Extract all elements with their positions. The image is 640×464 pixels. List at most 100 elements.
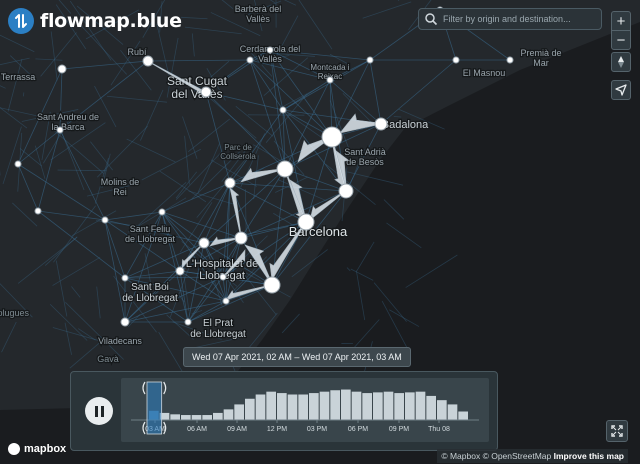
zoom-in-button[interactable]: + [611, 11, 631, 31]
compass-icon [618, 56, 624, 68]
app-title: flowmap.blue [40, 10, 182, 32]
map-label: Badalona [382, 119, 429, 131]
map-label: Parc de Collserola [220, 143, 256, 161]
timeline-bar [223, 409, 234, 420]
timeline-bar [383, 391, 394, 420]
reset-bearing-button[interactable] [611, 52, 631, 72]
minus-icon: − [616, 31, 626, 49]
location-node [175, 266, 185, 276]
timeline-tick-label: 06 AM [187, 426, 207, 433]
app-logo[interactable]: flowmap.blue [8, 8, 182, 34]
location-node [121, 274, 129, 282]
location-node [184, 318, 192, 326]
timeline-bar [266, 391, 276, 420]
search-icon [425, 13, 438, 26]
location-node [326, 76, 334, 84]
mapbox-wordmark: mapbox [24, 443, 67, 455]
app-root: Barberà del Vallès Rubí Cerdanyola del Vallè… [0, 0, 640, 464]
location-node [101, 216, 109, 224]
timeline-tick-label: 09 PM [389, 426, 409, 433]
flowmap-logo-icon [8, 8, 34, 34]
timeline-bar [170, 414, 180, 420]
location-node [222, 297, 230, 305]
location-node [120, 317, 130, 327]
map-label: Gavà [97, 354, 119, 364]
timeline-bar [458, 411, 468, 420]
location-node [279, 106, 287, 114]
pause-icon [94, 405, 104, 417]
timeline-bar [255, 394, 266, 420]
timeline-tick-label: 03 PM [307, 426, 327, 433]
timeline-bar [319, 391, 330, 420]
location-node [142, 55, 154, 67]
location-node [14, 160, 22, 168]
map-label: Rubí [127, 47, 147, 57]
timeline-bar [298, 394, 308, 420]
timeline-bar [277, 393, 287, 420]
location-node [297, 213, 315, 231]
plus-icon: + [616, 12, 626, 30]
location-node [57, 64, 67, 74]
location-node [338, 183, 354, 199]
map-label: Viladecans [98, 336, 142, 346]
map-label: Esplugues [0, 308, 30, 318]
timeline-bar [213, 412, 223, 420]
map-attribution: © Mapbox © OpenStreetMap Improve this ma… [437, 449, 628, 463]
location-node [374, 117, 388, 131]
timeline-bar [330, 390, 340, 420]
play-pause-button[interactable] [85, 397, 113, 425]
location-node [452, 56, 460, 64]
attribution-osm-link[interactable]: © OpenStreetMap [483, 451, 552, 461]
map-label: Terrassa [1, 72, 36, 82]
timeline-panel: 03 AM06 AM09 AM12 PM03 PM06 PM09 PMThu 0… [70, 371, 498, 451]
time-selection-range [146, 381, 163, 435]
location-node [266, 46, 274, 54]
timeline-tick-label: 12 PM [267, 426, 287, 433]
timeline-bar [437, 400, 447, 420]
location-node [34, 207, 42, 215]
map-label: Sant Feliu de Llobregat [125, 224, 176, 244]
timeline-bar [373, 392, 383, 420]
network-link [393, 116, 402, 118]
map-label: El Masnou [463, 68, 506, 78]
timeline-bar [426, 395, 436, 420]
map-label: Sant Adrià de Besòs [344, 147, 386, 167]
location-node [246, 56, 254, 64]
search-box[interactable] [418, 8, 602, 30]
fullscreen-icon [611, 425, 623, 437]
timeline-bar [394, 393, 404, 420]
zoom-out-button[interactable]: − [611, 30, 631, 50]
timeline-bar [405, 392, 415, 420]
timeline-bar [191, 415, 202, 420]
timeline-tick-label: 06 PM [348, 426, 368, 433]
location-node [234, 231, 248, 245]
timeline-chart[interactable]: 03 AM06 AM09 AM12 PM03 PM06 PM09 PMThu 0… [121, 378, 489, 442]
locate-button[interactable] [611, 80, 631, 100]
timeline-bar [341, 389, 351, 420]
location-node [219, 273, 227, 281]
timeline-tick-label: Thu 08 [428, 426, 450, 433]
timeline-bar [351, 391, 362, 420]
attribution-mapbox-link[interactable]: © Mapbox [441, 451, 480, 461]
location-node [198, 237, 210, 249]
search-input[interactable] [443, 14, 593, 24]
location-node [200, 86, 212, 98]
location-node [506, 56, 514, 64]
timeline-bar [202, 415, 212, 420]
timeline-tick-label: 09 AM [227, 426, 247, 433]
fullscreen-button[interactable] [606, 420, 628, 442]
timeline-bar [181, 415, 191, 420]
timeline-bar [309, 393, 319, 420]
timeline-bar [415, 391, 426, 420]
timeline-bar [245, 398, 255, 420]
improve-map-link[interactable]: Improve this map [554, 451, 624, 461]
timeline-bar [287, 394, 298, 420]
timeline-bar [447, 404, 458, 420]
location-arrow-icon [615, 84, 627, 96]
location-node [224, 177, 236, 189]
location-node [366, 56, 374, 64]
location-node [158, 208, 166, 216]
mapbox-logo[interactable]: mapbox [8, 443, 66, 455]
location-node [56, 126, 64, 134]
time-range-tooltip: Wed 07 Apr 2021, 02 AM – Wed 07 Apr 2021… [183, 347, 411, 367]
